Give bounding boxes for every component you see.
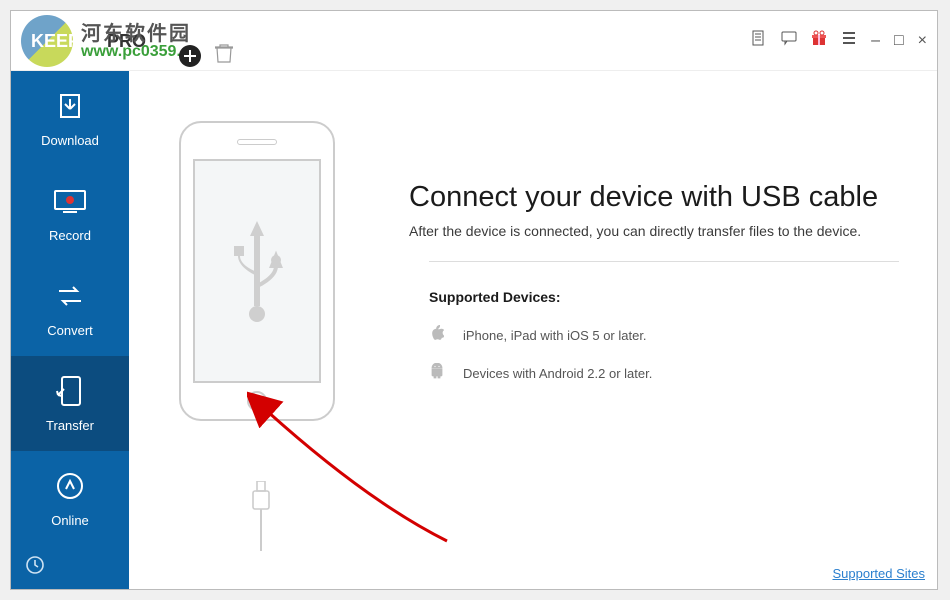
- sidebar: Download Record Convert Transfer: [11, 71, 129, 589]
- menu-icon[interactable]: [841, 30, 857, 51]
- sidebar-item-label: Convert: [47, 323, 93, 338]
- supported-device-text: iPhone, iPad with iOS 5 or later.: [463, 328, 647, 343]
- record-icon: [53, 184, 87, 218]
- sidebar-item-download[interactable]: Download: [11, 71, 129, 166]
- device-illustration: [179, 121, 335, 421]
- headline: Connect your device with USB cable: [409, 181, 878, 214]
- phone-home-button: [247, 391, 267, 411]
- app-body: Download Record Convert Transfer: [11, 71, 937, 589]
- app-window: KEEPVID PRO 河东软件园 www.pc0359.cn – □ ×: [10, 10, 938, 590]
- gift-icon[interactable]: [811, 30, 827, 51]
- sidebar-item-label: Record: [49, 228, 91, 243]
- window-controls: – □ ×: [751, 30, 927, 51]
- plus-icon: [184, 50, 196, 62]
- online-icon: [53, 469, 87, 503]
- supported-device-apple: iPhone, iPad with iOS 5 or later.: [429, 325, 647, 346]
- transfer-icon: [53, 374, 87, 408]
- divider: [429, 261, 899, 262]
- trash-icon: [215, 43, 233, 63]
- sidebar-item-transfer[interactable]: Transfer: [11, 356, 129, 451]
- sidebar-item-online[interactable]: Online: [11, 451, 129, 546]
- cable-icon: [249, 481, 273, 551]
- supported-device-text: Devices with Android 2.2 or later.: [463, 366, 652, 381]
- document-icon[interactable]: [751, 30, 767, 51]
- phone-outline: [179, 121, 335, 421]
- sidebar-item-convert[interactable]: Convert: [11, 261, 129, 356]
- clock-icon[interactable]: [25, 555, 45, 580]
- download-icon: [53, 89, 87, 123]
- title-bar: KEEPVID PRO 河东软件园 www.pc0359.cn – □ ×: [11, 11, 937, 71]
- phone-screen: [193, 159, 321, 383]
- supported-device-android: Devices with Android 2.2 or later.: [429, 363, 652, 384]
- convert-icon: [53, 279, 87, 313]
- apple-icon: [429, 325, 445, 346]
- phone-speaker: [237, 139, 277, 145]
- watermark-brand: 河东软件园: [81, 17, 191, 46]
- sidebar-bottom: [11, 546, 129, 589]
- delete-button[interactable]: [215, 43, 233, 68]
- sidebar-item-record[interactable]: Record: [11, 166, 129, 261]
- sidebar-item-label: Transfer: [46, 418, 94, 433]
- add-button[interactable]: [179, 45, 201, 67]
- content-area: Connect your device with USB cable After…: [129, 71, 937, 589]
- minimize-button[interactable]: –: [871, 32, 880, 50]
- chat-icon[interactable]: [781, 30, 797, 51]
- close-button[interactable]: ×: [918, 32, 927, 50]
- supported-devices-title: Supported Devices:: [429, 289, 560, 305]
- title-actions: [179, 43, 233, 68]
- logo-area: KEEPVID PRO 河东软件园 www.pc0359.cn: [21, 13, 201, 69]
- sidebar-item-label: Online: [51, 513, 89, 528]
- sidebar-item-label: Download: [41, 133, 99, 148]
- android-icon: [429, 363, 445, 384]
- maximize-button[interactable]: □: [894, 32, 904, 50]
- subheadline: After the device is connected, you can d…: [409, 223, 861, 239]
- usb-icon: [222, 216, 292, 326]
- supported-sites-link[interactable]: Supported Sites: [832, 566, 925, 581]
